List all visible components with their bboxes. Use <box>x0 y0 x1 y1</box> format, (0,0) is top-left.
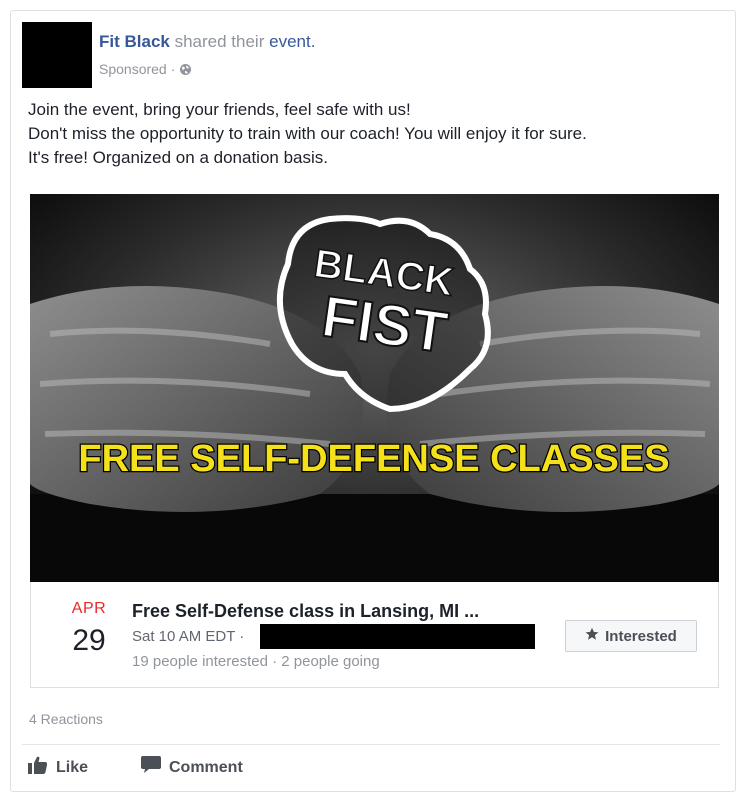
banner-headline: FREE SELF-DEFENSE CLASSES <box>78 438 669 480</box>
sponsored-label[interactable]: Sponsored <box>99 61 167 77</box>
post-text-line: It's free! Organized on a donation basis… <box>28 148 328 167</box>
like-button[interactable]: Like <box>28 756 88 779</box>
like-label: Like <box>56 758 89 776</box>
separator: · <box>170 61 176 77</box>
event-stats[interactable]: 19 people interested · 2 people going <box>132 653 380 670</box>
event-banner-image[interactable]: BLACK FIST FREE SELF-DEFENSE CLASSES <box>30 194 719 582</box>
post-text-line: Don't miss the opportunity to train with… <box>28 124 587 143</box>
interested-button[interactable]: Interested <box>565 620 697 652</box>
event-details-card[interactable]: APR 29 Free Self-Defense class in Lansin… <box>30 582 719 688</box>
shared-text: shared their <box>174 32 265 51</box>
globe-icon[interactable] <box>179 63 192 76</box>
event-title[interactable]: Free Self-Defense class in Lansing, MI .… <box>132 601 479 622</box>
post-text: Join the event, bring your friends, feel… <box>28 98 718 170</box>
event-time: Sat 10 AM EDT · <box>132 628 245 645</box>
event-day: 29 <box>72 624 106 657</box>
comment-label: Comment <box>169 758 243 776</box>
event-link[interactable]: event. <box>269 32 315 51</box>
comment-button[interactable]: Comment <box>141 756 243 779</box>
post-text-line: Join the event, bring your friends, feel… <box>28 100 411 119</box>
post-header: Fit Black shared their event. <box>99 32 315 52</box>
reactions-count[interactable]: 4 Reactions <box>29 711 103 727</box>
star-icon <box>585 627 599 645</box>
redacted-location <box>260 624 535 649</box>
interested-label: Interested <box>605 627 677 645</box>
comment-icon <box>141 756 161 779</box>
event-month: APR <box>71 600 107 617</box>
avatar[interactable] <box>22 22 92 88</box>
like-icon <box>28 756 48 779</box>
page-name-link[interactable]: Fit Black <box>99 32 170 51</box>
divider <box>22 744 720 745</box>
sponsored-line: Sponsored · <box>99 61 192 77</box>
